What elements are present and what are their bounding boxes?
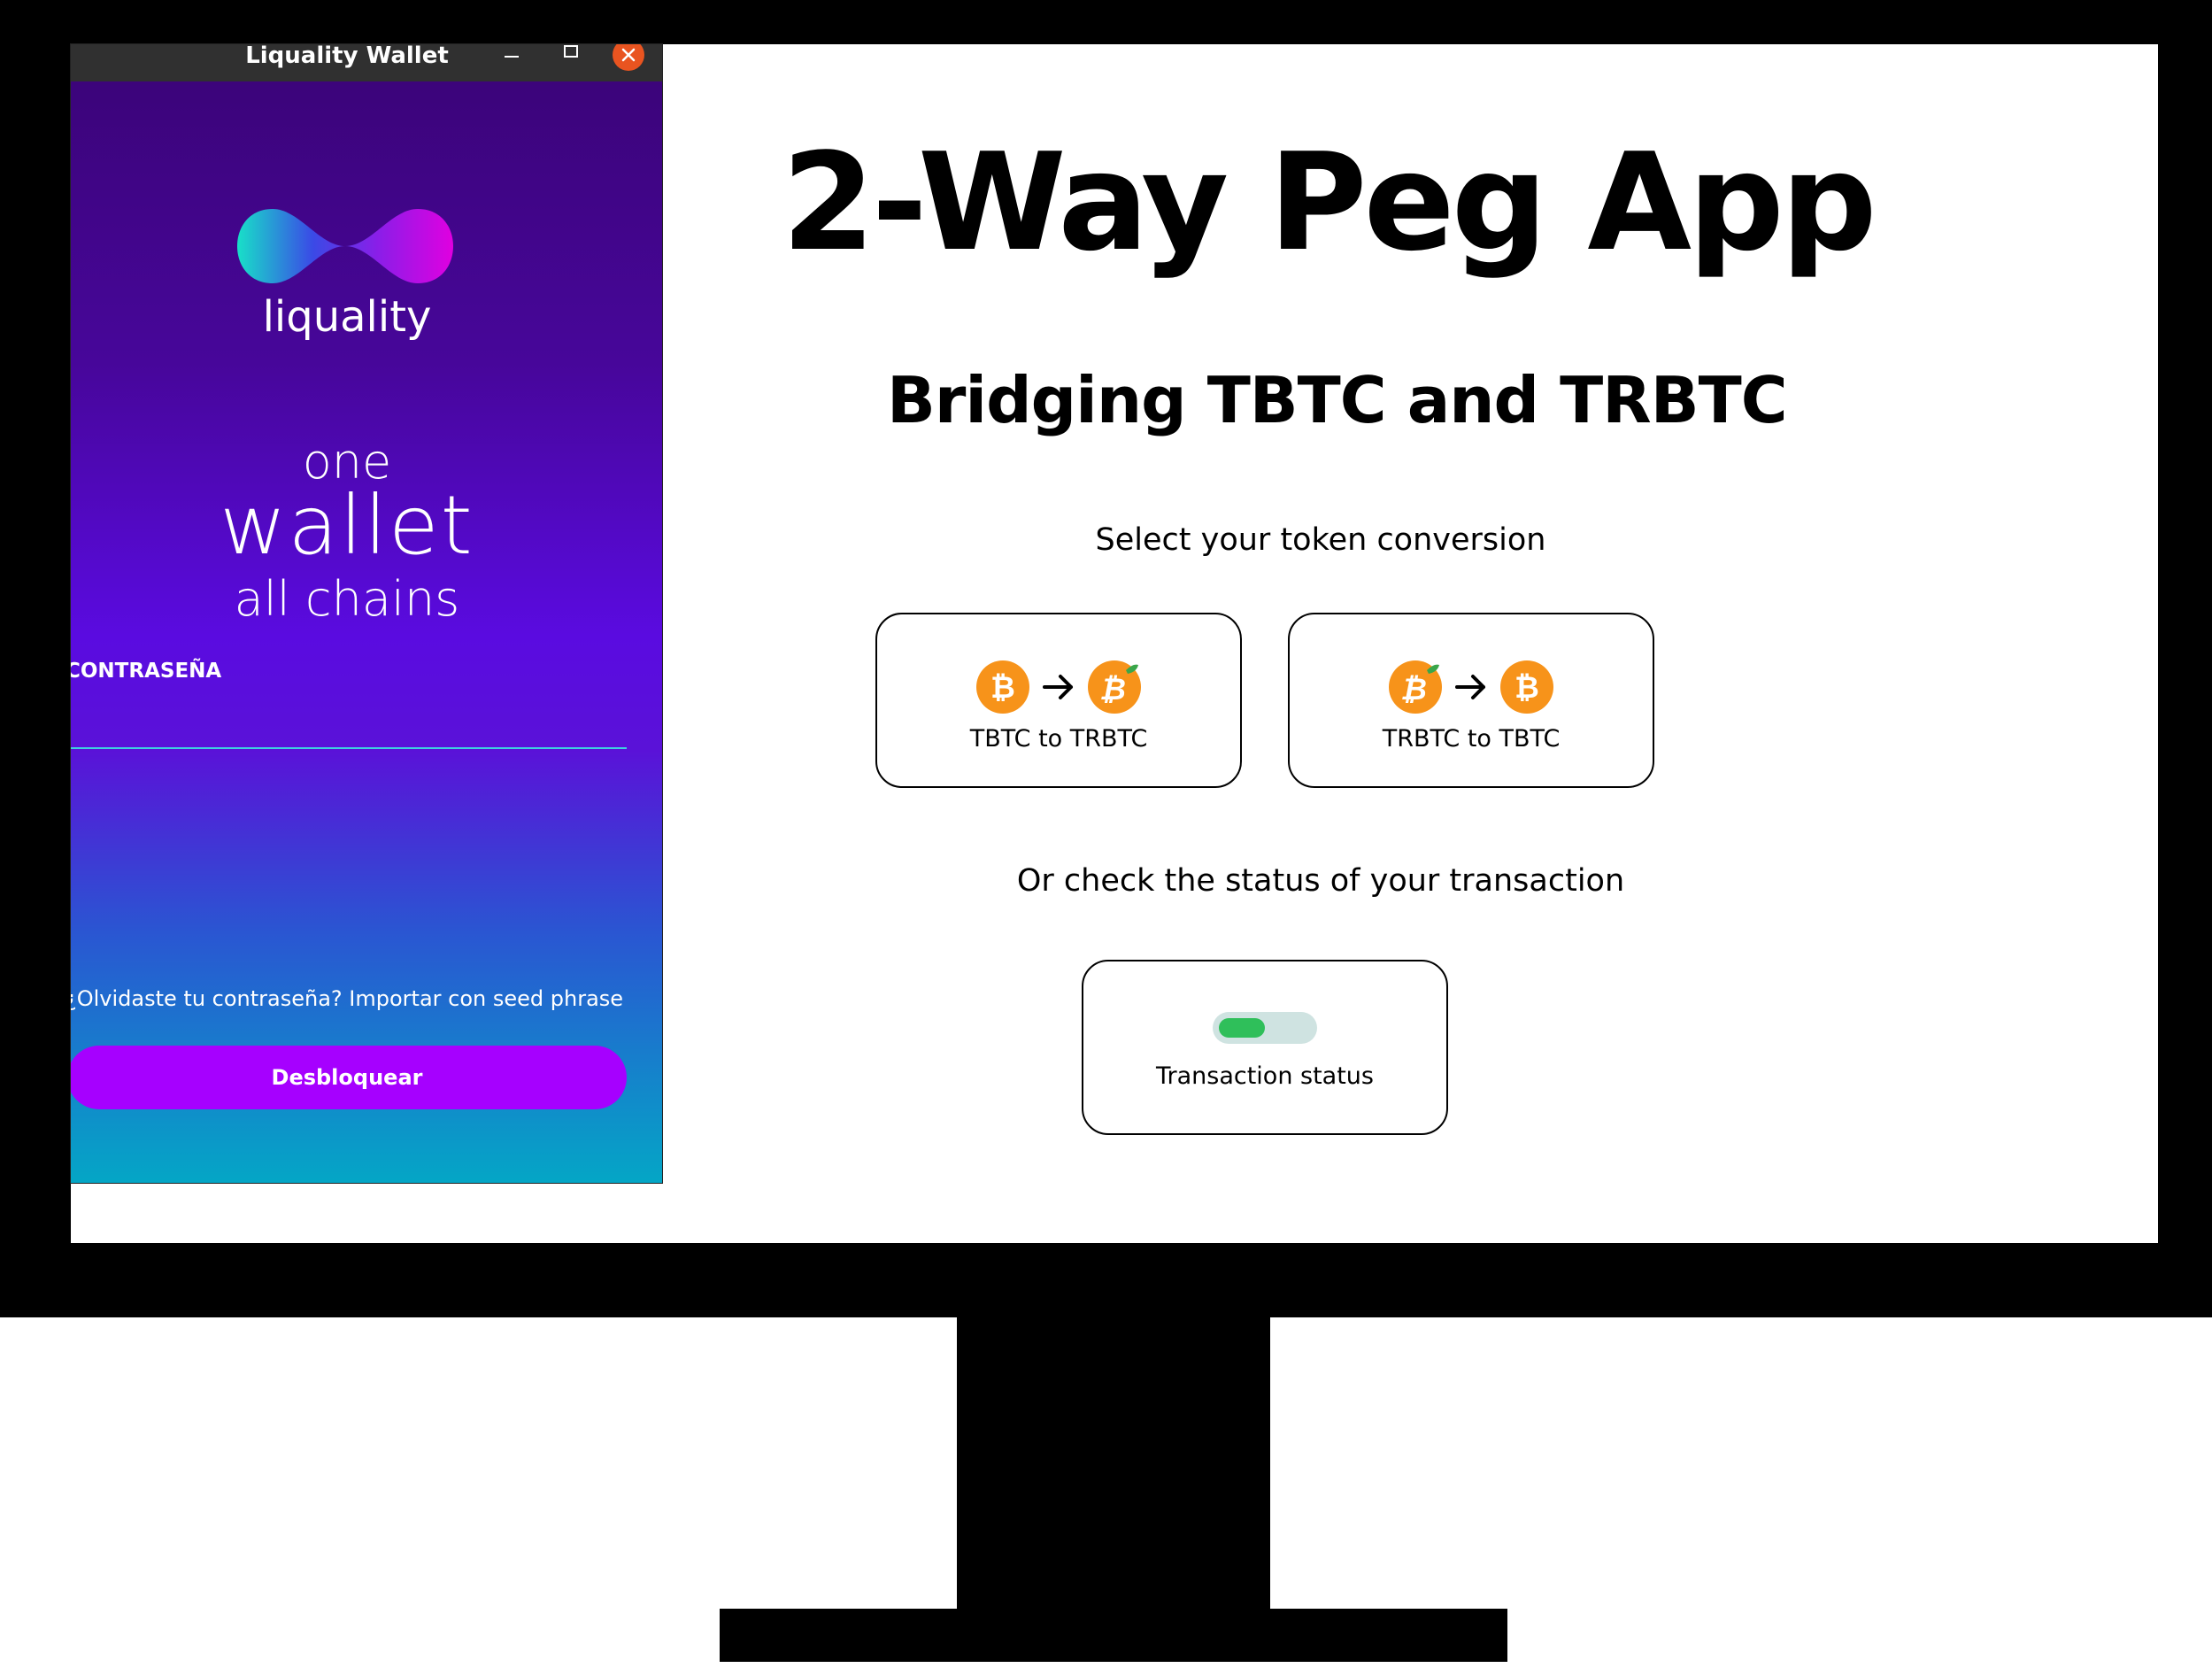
svg-text:₿: ₿ bbox=[1400, 672, 1427, 707]
close-icon bbox=[621, 48, 636, 62]
monitor-stand bbox=[957, 1316, 1270, 1612]
liquality-logo-icon bbox=[237, 209, 453, 283]
window-title: Liquality Wallet bbox=[245, 44, 449, 69]
monitor-base bbox=[720, 1609, 1507, 1662]
transaction-status-button[interactable]: Transaction status bbox=[1082, 960, 1448, 1135]
card-icons: ₿ ₿ bbox=[1290, 659, 1653, 715]
liquality-wallet-window: Liquality Wallet liquality one wallet al… bbox=[71, 44, 662, 1183]
tagline-chains: all chains bbox=[234, 571, 460, 627]
svg-text:₿: ₿ bbox=[990, 670, 1015, 706]
app-title: 2-Way Peg App bbox=[782, 124, 1877, 281]
status-prompt: Or check the status of your transaction bbox=[1016, 863, 1625, 899]
card-label: TRBTC to TBTC bbox=[1382, 725, 1561, 753]
card-label: Transaction status bbox=[1155, 1062, 1374, 1090]
svg-text:₿: ₿ bbox=[1099, 672, 1126, 707]
tbtc-to-trbtc-button[interactable]: ₿ ₿ TBTC to TRBTC bbox=[875, 613, 1242, 788]
arrow-right-icon bbox=[1043, 675, 1073, 699]
select-conversion-label: Select your token conversion bbox=[1095, 522, 1546, 558]
bitcoin-icon: ₿ bbox=[976, 660, 1029, 714]
rsk-bitcoin-icon: ₿ bbox=[1389, 660, 1442, 714]
unlock-button[interactable]: Desbloquear bbox=[71, 1046, 627, 1109]
brand-name: liquality bbox=[262, 292, 432, 342]
tagline-wallet: wallet bbox=[220, 478, 474, 573]
arrow-right-icon bbox=[1455, 675, 1485, 699]
password-input[interactable] bbox=[71, 699, 627, 749]
maximize-icon[interactable] bbox=[559, 44, 582, 67]
minimize-icon[interactable] bbox=[500, 44, 523, 67]
window-titlebar[interactable]: Liquality Wallet bbox=[71, 44, 662, 81]
toggle-icon bbox=[1213, 1012, 1317, 1044]
close-button[interactable] bbox=[613, 44, 644, 71]
svg-text:₿: ₿ bbox=[1514, 670, 1539, 706]
rsk-bitcoin-icon: ₿ bbox=[1088, 660, 1141, 714]
bitcoin-icon: ₿ bbox=[1500, 660, 1553, 714]
password-label: CONTRASEÑA bbox=[71, 660, 222, 683]
app-subtitle: Bridging TBTC and TRBTC bbox=[887, 363, 1788, 437]
card-label: TBTC to TRBTC bbox=[969, 725, 1148, 753]
forgot-password-link[interactable]: ¿Olvidaste tu contraseña? Importar con s… bbox=[71, 986, 623, 1011]
card-icons: ₿ ₿ bbox=[877, 659, 1240, 715]
toggle-knob bbox=[1219, 1018, 1265, 1038]
trbtc-to-tbtc-button[interactable]: ₿ ₿ TRBTC to TBTC bbox=[1288, 613, 1654, 788]
